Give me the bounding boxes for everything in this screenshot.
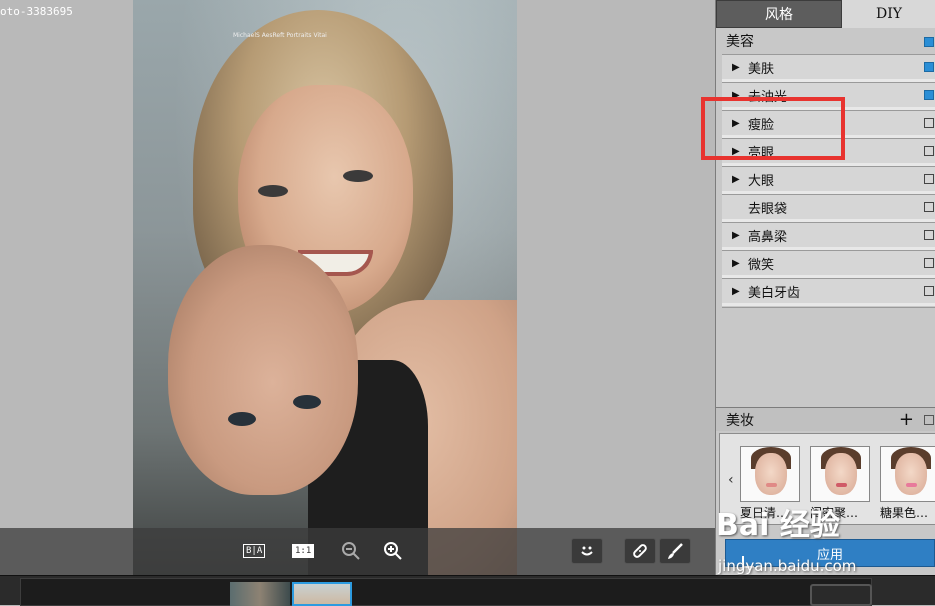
makeup-section-title: 美妆 (726, 412, 754, 429)
baidu-watermark-url: jingyan.baidu.com (718, 557, 857, 575)
face-detect-button[interactable] (571, 538, 603, 564)
annotation-highlight-box (701, 97, 845, 160)
bandage-icon (633, 544, 647, 558)
bandage-button[interactable] (624, 538, 656, 564)
zoom-out-button[interactable] (340, 538, 362, 564)
beauty-section-title: 美容 (726, 34, 754, 50)
item-checkbox[interactable] (924, 174, 934, 184)
tab-style[interactable]: 风格 (716, 0, 842, 28)
image-canvas[interactable]: oto-3383695 MichaelS AesReft Portraits V… (0, 0, 715, 575)
item-checkbox[interactable] (924, 90, 934, 100)
beauty-item-big-eyes[interactable]: ▶ 大眼 (722, 166, 935, 194)
beauty-item-eye-bags[interactable]: 去眼袋 (722, 194, 935, 222)
zoom-in-button[interactable] (382, 538, 404, 564)
filmstrip-thumb-selected[interactable] (292, 582, 352, 606)
item-checkbox[interactable] (924, 286, 934, 296)
panel-tabs: 风格 DIY (716, 0, 935, 28)
photo-watermark: MichaelS AesReft Portraits Vitai (233, 32, 327, 39)
smile-icon (581, 546, 593, 556)
item-checkbox[interactable] (924, 62, 934, 72)
makeup-card[interactable]: 糖果色… (880, 446, 935, 521)
brush-icon (668, 543, 683, 559)
actual-size-button[interactable]: 1:1 (292, 538, 315, 564)
beauty-item-nose[interactable]: ▶ 高鼻梁 (722, 222, 935, 250)
makeup-thumbnail (740, 446, 800, 502)
filmstrip-track (20, 578, 872, 606)
item-checkbox[interactable] (924, 230, 934, 240)
beauty-list-empty-area (722, 307, 935, 405)
makeup-section-header[interactable]: 美妆 + (716, 407, 935, 431)
add-makeup-icon[interactable]: + (899, 409, 914, 430)
photo-baby (168, 245, 358, 495)
filmstrip (0, 575, 935, 606)
item-checkbox[interactable] (924, 118, 934, 128)
beauty-section-toggle[interactable] (924, 37, 934, 47)
expand-arrow-icon: ▶ (732, 257, 740, 269)
expand-arrow-icon: ▶ (732, 173, 740, 185)
expand-arrow-icon: ▶ (732, 229, 740, 241)
beauty-item-list: ▶ 美肤 ▶ 去油光 ▶ 瘦脸 ▶ 亮眼 ▶ 大眼 去眼袋 ▶ 高鼻梁 ▶ 微笑… (722, 54, 935, 306)
beauty-section-header[interactable]: 美容 (716, 29, 935, 53)
tab-diy[interactable]: DIY (842, 0, 935, 28)
zoom-out-icon (342, 542, 360, 560)
expand-arrow-icon: ▶ (732, 61, 740, 73)
filmstrip-view-button[interactable] (810, 584, 872, 606)
baidu-watermark: Bai 经验 (716, 508, 840, 543)
item-checkbox[interactable] (924, 202, 934, 212)
beauty-item-skin[interactable]: ▶ 美肤 (722, 54, 935, 82)
before-after-button[interactable]: B|A (243, 538, 266, 564)
item-checkbox[interactable] (924, 258, 934, 268)
zoom-in-icon (384, 542, 402, 560)
makeup-thumbnail (880, 446, 935, 502)
item-checkbox[interactable] (924, 146, 934, 156)
beauty-item-smile[interactable]: ▶ 微笑 (722, 250, 935, 278)
carousel-prev-icon[interactable]: ‹ (728, 472, 734, 488)
right-panel: 风格 DIY 美容 ▶ 美肤 ▶ 去油光 ▶ 瘦脸 ▶ 亮眼 ▶ 大眼 去眼袋 … (715, 0, 935, 575)
makeup-thumbnail (810, 446, 870, 502)
makeup-section-toggle[interactable] (924, 415, 934, 425)
filmstrip-thumb[interactable] (230, 582, 290, 606)
beauty-item-teeth[interactable]: ▶ 美白牙齿 (722, 278, 935, 306)
canvas-toolbar: B|A 1:1 (0, 528, 715, 575)
brush-button[interactable] (659, 538, 691, 564)
expand-arrow-icon: ▶ (732, 285, 740, 297)
file-name-label: oto-3383695 (0, 5, 73, 18)
photo-preview[interactable]: MichaelS AesReft Portraits Vitai (133, 0, 517, 575)
